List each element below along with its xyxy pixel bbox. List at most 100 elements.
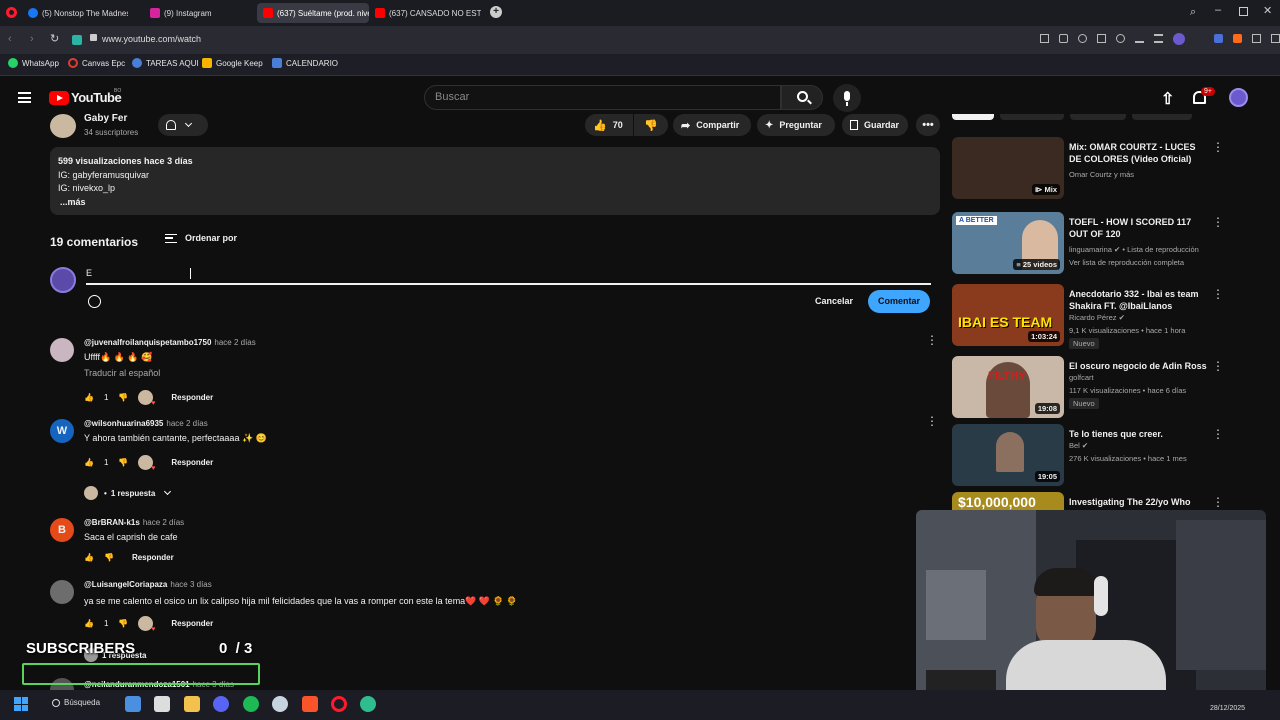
video-title[interactable]: Investigating The 22/yo Who (1069, 496, 1209, 508)
video-menu-icon[interactable]: ⋮ (1212, 216, 1224, 228)
profile-icon[interactable] (1173, 33, 1185, 45)
comment-dislike-icon[interactable]: 👎 (118, 393, 128, 402)
comment-author[interactable]: @LuisangelCoriapaza hace 3 días (84, 580, 212, 589)
reply-button[interactable]: Responder (171, 458, 213, 467)
video-menu-icon[interactable]: ⋮ (1212, 288, 1224, 300)
url-field[interactable]: www.youtube.com/watch (102, 34, 201, 44)
steam-icon[interactable] (272, 696, 288, 712)
video-title[interactable]: Te lo tienes que creer. (1069, 428, 1209, 440)
recommendation-item[interactable]: A BETTER ≡ 25 videos TOEFL - HOW I SCORE… (952, 212, 1272, 278)
wallet-icon[interactable] (1252, 34, 1261, 43)
bookmark-tareas[interactable]: TAREAS AQUI (132, 58, 199, 68)
discord-icon[interactable] (213, 696, 229, 712)
search-input[interactable]: Buscar (424, 85, 781, 110)
video-menu-icon[interactable]: ⋮ (1212, 428, 1224, 440)
comment-menu-icon[interactable]: ⋮ (926, 415, 938, 427)
channel-name[interactable]: golfcart (1069, 373, 1094, 382)
tab-youtube-active[interactable]: (637) Suéltame (prod. nive (257, 3, 369, 23)
tab-youtube-2[interactable]: (637) CANSADO NO ESTO (369, 3, 481, 23)
video-thumbnail[interactable]: $10,000,000 (952, 492, 1064, 510)
channel-avatar[interactable] (50, 114, 76, 138)
comment-username[interactable]: @juvenalfroilanquispetambo1750 (84, 338, 211, 347)
store-icon[interactable] (154, 696, 170, 712)
chip[interactable] (1070, 114, 1126, 120)
video-description[interactable]: 599 visualizaciones hace 3 días IG: gaby… (50, 147, 940, 215)
share-button[interactable]: ➦ Compartir (673, 114, 751, 136)
fox-icon[interactable] (1233, 34, 1242, 43)
tab-instagram[interactable]: (9) Instagram (144, 3, 254, 23)
channel-name[interactable]: Omar Courtz y más (1069, 170, 1134, 179)
save-button[interactable]: Guardar (842, 114, 908, 136)
comment-input[interactable]: E (86, 268, 931, 285)
chip[interactable] (1000, 114, 1064, 120)
recommendation-item[interactable]: 19:05 Te lo tienes que creer. Bel ✔ 276 … (952, 424, 1272, 490)
cube-icon[interactable] (1271, 34, 1280, 43)
comment-avatar[interactable] (50, 338, 74, 362)
comment-avatar[interactable]: W (50, 419, 74, 443)
bookmark-calendario[interactable]: CALENDARIO (272, 58, 338, 68)
video-menu-icon[interactable]: ⋮ (1212, 141, 1224, 153)
channel-name[interactable]: Gaby Fer (84, 113, 127, 124)
ask-button[interactable]: ✦ Preguntar (757, 114, 835, 136)
translate-link[interactable]: Traducir al español (84, 368, 160, 378)
comment-like-icon[interactable]: 👍 (84, 553, 94, 562)
more-actions-button[interactable]: ••• (916, 114, 940, 136)
bookmark-canvas[interactable]: Canvas Epc (68, 58, 125, 68)
comment-username[interactable]: @BrBRAN-k1s (84, 518, 140, 527)
subscribe-bell-button[interactable] (158, 114, 208, 136)
minimize-button[interactable]: – (1215, 4, 1221, 16)
reload-icon[interactable]: ↻ (50, 32, 59, 45)
opera-gx-icon[interactable] (331, 696, 347, 712)
channel-name[interactable]: linguamarina ✔ • Lista de reproducción (1069, 245, 1199, 254)
bookmark-whatsapp[interactable]: WhatsApp (8, 58, 59, 68)
back-icon[interactable]: ‹ (8, 33, 12, 45)
account-avatar[interactable] (1229, 88, 1248, 107)
comment-author[interactable]: @juvenalfroilanquispetambo1750 hace 2 día… (84, 338, 256, 347)
spotify-icon[interactable] (243, 696, 259, 712)
camera-icon[interactable] (1059, 34, 1068, 43)
video-title[interactable]: Anecdotario 332 - Ibai es team Shakira F… (1069, 288, 1209, 312)
menu-icon[interactable] (1154, 34, 1163, 43)
recommendation-item[interactable]: FILTHY 19:08 El oscuro negocio de Adin R… (952, 356, 1272, 422)
channel-name[interactable]: Ricardo Pérez ✔ (1069, 313, 1125, 322)
video-thumbnail[interactable]: IBAI ES TEAM 1:03:24 (952, 284, 1064, 346)
comment-submit-button[interactable]: Comentar (868, 290, 930, 313)
close-window-button[interactable]: ✕ (1263, 4, 1272, 17)
comment-dislike-icon[interactable]: 👎 (118, 458, 128, 467)
taskbar-search[interactable]: Búsqueda (52, 698, 100, 707)
comment-author[interactable]: @wilsonhuarina6935 hace 2 días (84, 419, 208, 428)
recommendation-item[interactable]: IBAI ES TEAM 1:03:24 Anecdotario 332 - I… (952, 284, 1272, 350)
video-menu-icon[interactable]: ⋮ (1212, 360, 1224, 372)
hamburger-menu-icon[interactable] (18, 92, 31, 103)
youtube-logo-icon[interactable] (49, 91, 69, 105)
comment-like-icon[interactable]: 👍 (84, 619, 94, 628)
bookmark-google-keep[interactable]: Google Keep (202, 58, 263, 68)
cancel-button[interactable]: Cancelar (815, 296, 853, 306)
emoji-icon[interactable] (88, 295, 101, 308)
opera-icon[interactable] (6, 7, 17, 18)
comment-dislike-icon[interactable]: 👎 (118, 619, 128, 628)
sort-button[interactable]: Ordenar por (165, 233, 237, 243)
playlist-link[interactable]: Ver lista de reproducción completa (1069, 258, 1184, 267)
comment-username[interactable]: @LuisangelCoriapaza (84, 580, 167, 589)
comment-dislike-icon[interactable]: 👎 (104, 553, 114, 562)
reply-button[interactable]: Responder (171, 619, 213, 628)
file-explorer-icon[interactable] (184, 696, 200, 712)
brave-icon[interactable] (302, 696, 318, 712)
search-tabs-icon[interactable]: ⌕ (1190, 6, 1196, 19)
video-thumbnail[interactable]: FILTHY 19:08 (952, 356, 1064, 418)
video-title[interactable]: El oscuro negocio de Adin Ross (1069, 360, 1209, 372)
shield-icon[interactable] (1078, 34, 1087, 43)
video-thumbnail[interactable]: 19:05 (952, 424, 1064, 486)
windows-start-icon[interactable] (14, 697, 28, 711)
show-more-link[interactable]: ...más (60, 196, 932, 210)
edge-icon[interactable] (360, 696, 376, 712)
search-button[interactable] (781, 85, 823, 110)
video-menu-icon[interactable]: ⋮ (1212, 496, 1224, 508)
channel-name[interactable]: Bel ✔ (1069, 441, 1088, 450)
comment-author[interactable]: @BrBRAN-k1s hace 2 días (84, 518, 184, 527)
heart-icon[interactable] (1116, 34, 1125, 43)
like-button[interactable]: 👍 70 (585, 114, 633, 136)
download-icon[interactable] (1135, 34, 1144, 43)
forward-icon[interactable]: › (30, 33, 34, 45)
